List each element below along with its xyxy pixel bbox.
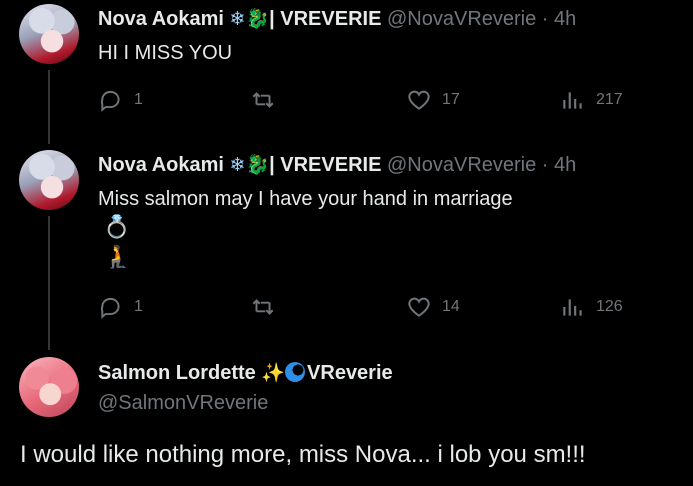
tweet-text: Miss salmon may I have your hand in marr…	[98, 188, 513, 210]
name-tag: VReverie	[307, 362, 393, 384]
avatar[interactable]	[19, 4, 79, 64]
author-name-row: Salmon Lordette ✨ VReverie	[98, 361, 393, 385]
handle[interactable]: @NovaVReverie	[387, 8, 536, 30]
views-icon	[563, 299, 582, 316]
like-count: 14	[442, 298, 460, 315]
heart-icon	[408, 90, 430, 110]
views-icon	[563, 92, 582, 109]
tweet-header: Nova Aokami ❄🐉| VREVERIE @NovaVReverie ·…	[98, 153, 576, 177]
reply-button[interactable]: 1	[98, 295, 143, 319]
display-name[interactable]: Nova Aokami	[98, 8, 224, 30]
retweet-button[interactable]	[250, 295, 286, 319]
reply-icon	[100, 90, 120, 112]
sparkles-icon: ✨	[261, 363, 286, 384]
handle[interactable]: @SalmonVReverie	[98, 391, 268, 415]
heart-icon	[408, 297, 430, 317]
thread-line	[48, 70, 50, 144]
ring-emoji: 💍	[103, 214, 131, 239]
snowflake-icon: ❄	[229, 9, 246, 30]
dragon-icon: 🐉	[245, 9, 270, 30]
handle[interactable]: @NovaVReverie	[387, 154, 536, 176]
wave-icon	[285, 362, 306, 382]
tweet-text: HI I MISS YOU	[98, 42, 233, 64]
name-tag: | VREVERIE	[269, 154, 382, 176]
reply-count: 1	[134, 91, 143, 108]
avatar[interactable]	[19, 150, 79, 210]
retweet-icon	[252, 299, 274, 315]
like-button[interactable]: 17	[406, 88, 460, 112]
name-tag: | VREVERIE	[269, 8, 382, 30]
tweet-text: I would like nothing more, miss Nova... …	[20, 441, 586, 468]
dragon-icon: 🐉	[245, 155, 270, 176]
views-button[interactable]: 217	[560, 88, 623, 112]
retweet-icon	[252, 92, 274, 108]
display-name[interactable]: Nova Aokami	[98, 154, 224, 176]
like-button[interactable]: 14	[406, 295, 460, 319]
retweet-button[interactable]	[250, 88, 286, 112]
display-name[interactable]: Salmon Lordette	[98, 362, 256, 384]
reply-icon	[100, 297, 120, 319]
timestamp[interactable]: · 4h	[542, 8, 576, 30]
timestamp[interactable]: · 4h	[542, 154, 576, 176]
snowflake-icon: ❄	[229, 155, 246, 176]
like-count: 17	[442, 91, 460, 108]
reply-button[interactable]: 1	[98, 88, 143, 112]
view-count: 217	[596, 91, 623, 108]
views-button[interactable]: 126	[560, 295, 623, 319]
tweet-header: Nova Aokami ❄🐉| VREVERIE @NovaVReverie ·…	[98, 7, 576, 31]
reply-count: 1	[134, 298, 143, 315]
thread-line	[48, 216, 50, 350]
avatar[interactable]	[19, 357, 79, 417]
view-count: 126	[596, 298, 623, 315]
kneeling-person-emoji: 🧎	[104, 244, 132, 269]
